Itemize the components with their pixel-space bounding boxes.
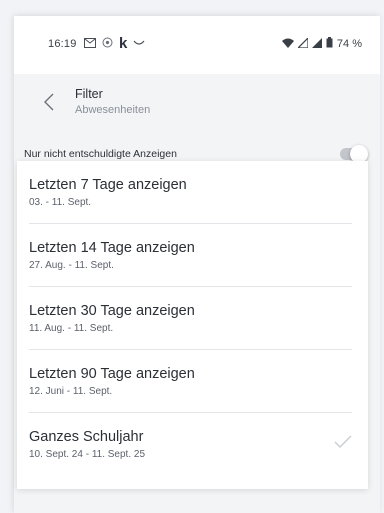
option-14-days[interactable]: Letzten 14 Tage anzeigen 27. Aug. - 11. … (17, 224, 368, 287)
wifi-icon (281, 38, 294, 51)
option-7-days[interactable]: Letzten 7 Tage anzeigen 03. - 11. Sept. (17, 161, 368, 224)
vibrate-icon (102, 37, 113, 51)
option-30-days[interactable]: Letzten 30 Tage anzeigen 11. Aug. - 11. … (17, 287, 368, 350)
option-label: Letzten 30 Tage anzeigen (29, 303, 195, 319)
page-subtitle: Abwesenheiten (75, 104, 151, 116)
signal-icon (311, 37, 322, 51)
battery-percent: 74 % (336, 38, 362, 50)
option-90-days[interactable]: Letzten 90 Tage anzeigen 12. Juni - 11. … (17, 350, 368, 413)
option-school-year[interactable]: Ganzes Schuljahr 10. Sept. 24 - 11. Sept… (17, 413, 368, 476)
status-bar: 16:19 k 74 % (14, 16, 380, 74)
status-time: 16:19 (48, 38, 77, 50)
option-range: 03. - 11. Sept. (29, 197, 92, 208)
option-label: Letzten 7 Tage anzeigen (29, 177, 187, 193)
option-range: 12. Juni - 11. Sept. (29, 386, 113, 397)
chevron-left-icon (44, 93, 54, 111)
option-range: 27. Aug. - 11. Sept. (29, 260, 114, 271)
option-label: Letzten 90 Tage anzeigen (29, 366, 195, 382)
smile-icon (133, 38, 145, 50)
unexcused-toggle[interactable] (340, 145, 368, 163)
status-right-icons: 74 % (281, 36, 362, 51)
mail-icon (84, 37, 96, 51)
k-app-icon: k (119, 35, 128, 52)
options-sheet: Letzten 7 Tage anzeigen 03. - 11. Sept. … (17, 161, 368, 489)
status-left-icons: k (84, 35, 145, 52)
option-label: Letzten 14 Tage anzeigen (29, 240, 195, 256)
page-title: Filter (75, 87, 103, 101)
toggle-label: Nur nicht entschuldigte Anzeigen (24, 148, 177, 160)
option-label: Ganzes Schuljahr (29, 429, 144, 445)
option-range: 11. Aug. - 11. Sept. (29, 323, 114, 334)
back-button[interactable] (38, 90, 60, 114)
check-icon (334, 435, 352, 448)
app-bar: Filter Abwesenheiten (14, 74, 380, 132)
battery-icon (326, 37, 333, 51)
signal-icon (296, 36, 309, 51)
option-range: 10. Sept. 24 - 11. Sept. 25 (29, 449, 146, 460)
